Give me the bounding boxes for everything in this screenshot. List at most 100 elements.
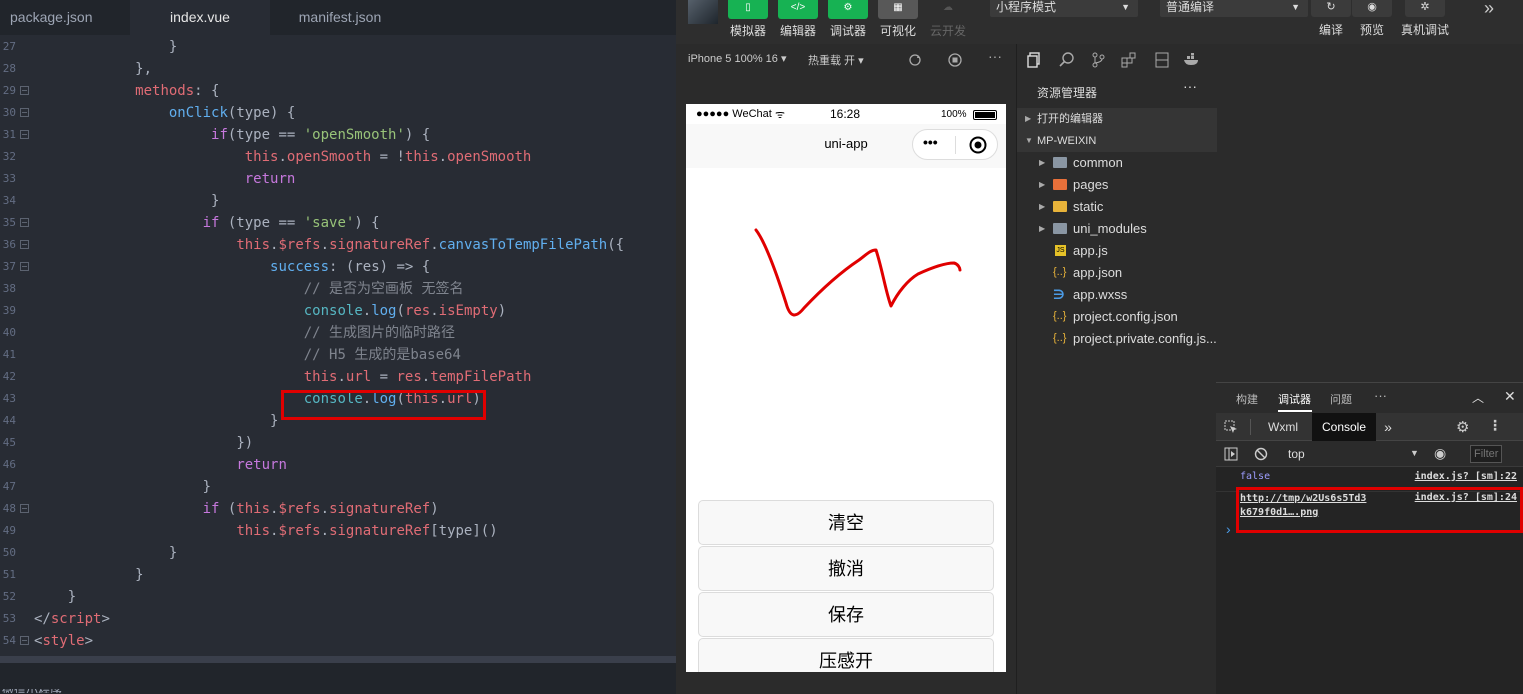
source-control-icon[interactable] bbox=[1091, 52, 1105, 68]
avatar[interactable] bbox=[688, 0, 718, 24]
clear-button[interactable]: 清空 bbox=[698, 500, 994, 545]
clear-console-icon[interactable] bbox=[1254, 447, 1268, 461]
file-tree-item[interactable]: ▶ pages bbox=[1017, 174, 1217, 196]
search-icon[interactable] bbox=[1059, 52, 1075, 68]
code-line[interactable]: 34} bbox=[0, 190, 676, 212]
code-line[interactable]: 52} bbox=[0, 586, 676, 608]
chevron-down-icon[interactable]: ▼ bbox=[1410, 448, 1419, 458]
save-button[interactable]: 保存 bbox=[698, 592, 994, 637]
file-tree-item[interactable]: {..} project.private.config.js... bbox=[1017, 328, 1217, 350]
fold-toggle-icon[interactable] bbox=[20, 240, 29, 249]
filter-input[interactable] bbox=[1470, 445, 1502, 463]
files-icon[interactable] bbox=[1027, 52, 1041, 68]
code-line[interactable]: 47} bbox=[0, 476, 676, 498]
signature-canvas[interactable] bbox=[686, 168, 1006, 498]
fold-toggle-icon[interactable] bbox=[20, 262, 29, 271]
file-tree-item[interactable]: {..} project.config.json bbox=[1017, 306, 1217, 328]
editor-scrollbar[interactable] bbox=[0, 656, 676, 663]
fold-toggle-icon[interactable] bbox=[20, 504, 29, 513]
file-tree-item[interactable]: {..} app.json bbox=[1017, 262, 1217, 284]
fold-toggle-icon[interactable] bbox=[20, 86, 29, 95]
device-select[interactable]: iPhone 5 100% 16 ▾ bbox=[688, 52, 786, 65]
tab-build[interactable]: 构建 bbox=[1236, 391, 1258, 407]
console-prompt[interactable]: › bbox=[1226, 521, 1231, 537]
compile-select[interactable]: 普通编译 ▼ bbox=[1160, 0, 1308, 17]
debugger-button[interactable]: ⚙ 调试器 bbox=[827, 0, 869, 39]
code-line[interactable]: 29 methods: { bbox=[0, 80, 676, 102]
code-line[interactable]: 46 return bbox=[0, 454, 676, 476]
pressure-toggle-button[interactable]: 压感开 bbox=[698, 638, 994, 672]
tab-problems[interactable]: 问题 bbox=[1330, 391, 1352, 407]
settings-gear-icon[interactable]: ⚙ bbox=[1456, 418, 1469, 436]
file-tree-item[interactable]: ▶ static bbox=[1017, 196, 1217, 218]
code-line[interactable]: 45}) bbox=[0, 432, 676, 454]
expand-icon[interactable]: » bbox=[1484, 0, 1494, 19]
file-tree-item[interactable]: ▶ uni_modules bbox=[1017, 218, 1217, 240]
tab-index-vue[interactable]: index.vue bbox=[130, 0, 270, 35]
fold-toggle-icon[interactable] bbox=[20, 108, 29, 117]
debugger-more-icon[interactable]: ··· bbox=[1374, 388, 1387, 403]
code-editor[interactable]: package.json index.vue manifest.json 27}… bbox=[0, 0, 676, 694]
extensions-icon[interactable] bbox=[1121, 52, 1137, 68]
more-panels-icon[interactable]: » bbox=[1378, 413, 1398, 441]
code-line[interactable]: 50} bbox=[0, 542, 676, 564]
tab-manifest-json[interactable]: manifest.json bbox=[270, 0, 410, 35]
tab-wxml[interactable]: Wxml bbox=[1262, 413, 1304, 441]
code-line[interactable]: 54 <style> bbox=[0, 630, 676, 652]
tab-package-json[interactable]: package.json bbox=[0, 0, 130, 35]
preview-button[interactable]: ◉ 预览 bbox=[1351, 0, 1393, 38]
menu-capsule[interactable]: ••• bbox=[912, 129, 998, 160]
collapse-up-icon[interactable]: ︿ bbox=[1472, 389, 1484, 406]
cloud-dev-button[interactable]: ☁ 云开发 bbox=[927, 0, 969, 39]
file-tree-item[interactable]: JS app.js bbox=[1017, 240, 1217, 262]
docker-icon[interactable] bbox=[1183, 53, 1201, 67]
code-line[interactable]: 31 if(type == 'openSmooth') { bbox=[0, 124, 676, 146]
code-line[interactable]: 33 return bbox=[0, 168, 676, 190]
inspect-icon[interactable] bbox=[1224, 420, 1238, 434]
explorer-more-icon[interactable]: ··· bbox=[1183, 78, 1197, 94]
fold-toggle-icon[interactable] bbox=[20, 218, 29, 227]
close-icon[interactable]: ✕ bbox=[1504, 388, 1516, 405]
remote-debug-button[interactable]: ✲ 真机调试 bbox=[1398, 0, 1452, 38]
simulator-button[interactable]: ▯ 模拟器 bbox=[727, 0, 769, 39]
editor-button[interactable]: </> 编辑器 bbox=[777, 0, 819, 39]
tab-debugger[interactable]: 调试器 bbox=[1278, 391, 1311, 407]
rotate-icon[interactable] bbox=[908, 53, 922, 67]
visual-button[interactable]: ▦ 可视化 bbox=[877, 0, 919, 39]
code-line[interactable]: 27} bbox=[0, 36, 676, 58]
code-line[interactable]: 49 this.$refs.signatureRef[type]() bbox=[0, 520, 676, 542]
code-area[interactable]: 27} 28}, 29 methods: {30 onClick(type) {31 if… bbox=[0, 36, 676, 656]
capsule-close-icon[interactable] bbox=[969, 136, 987, 154]
eye-icon[interactable]: ◉ bbox=[1434, 445, 1446, 462]
sidebar-toggle-icon[interactable] bbox=[1224, 447, 1238, 461]
capsule-menu-icon[interactable]: ••• bbox=[923, 134, 938, 150]
stop-icon[interactable] bbox=[948, 53, 962, 67]
code-line[interactable]: 32 this.openSmooth = !this.openSmooth bbox=[0, 146, 676, 168]
tab-console[interactable]: Console bbox=[1312, 413, 1376, 441]
code-line[interactable]: 51} bbox=[0, 564, 676, 586]
code-line[interactable]: 30 onClick(type) { bbox=[0, 102, 676, 124]
undo-button[interactable]: 撤消 bbox=[698, 546, 994, 591]
code-line[interactable]: 38 // 是否为空画板 无签名 bbox=[0, 278, 676, 300]
file-tree-item[interactable]: ∋ app.wxss bbox=[1017, 284, 1217, 306]
mode-select[interactable]: 小程序模式 ▼ bbox=[990, 0, 1138, 17]
storage-icon[interactable] bbox=[1155, 52, 1169, 68]
log-source-link[interactable]: index.js? [sm]:22 bbox=[1415, 471, 1517, 482]
hot-reload-toggle[interactable]: 热重载 开 ▾ bbox=[808, 52, 864, 68]
code-line[interactable]: 40 // 生成图片的临时路径 bbox=[0, 322, 676, 344]
code-line[interactable]: 36 this.$refs.signatureRef.canvasToTempFi… bbox=[0, 234, 676, 256]
fold-toggle-icon[interactable] bbox=[20, 636, 29, 645]
open-editors-section[interactable]: ▶ 打开的编辑器 bbox=[1017, 108, 1217, 130]
kebab-menu-icon[interactable]: ⋮ bbox=[1488, 417, 1502, 434]
code-line[interactable]: 42 this.url = res.tempFilePath bbox=[0, 366, 676, 388]
code-line[interactable]: 39 console.log(res.isEmpty) bbox=[0, 300, 676, 322]
code-line[interactable]: 37 success: (res) => { bbox=[0, 256, 676, 278]
file-tree-item[interactable]: ▶ common bbox=[1017, 152, 1217, 174]
more-icon[interactable]: ··· bbox=[988, 48, 1002, 64]
code-line[interactable]: 53 </script> bbox=[0, 608, 676, 630]
context-select[interactable]: top bbox=[1288, 447, 1305, 461]
code-line[interactable]: 28}, bbox=[0, 58, 676, 80]
code-line[interactable]: 48 if (this.$refs.signatureRef) bbox=[0, 498, 676, 520]
code-line[interactable]: 41 // H5 生成的是base64 bbox=[0, 344, 676, 366]
project-section[interactable]: ▼ MP-WEIXIN bbox=[1017, 130, 1217, 152]
